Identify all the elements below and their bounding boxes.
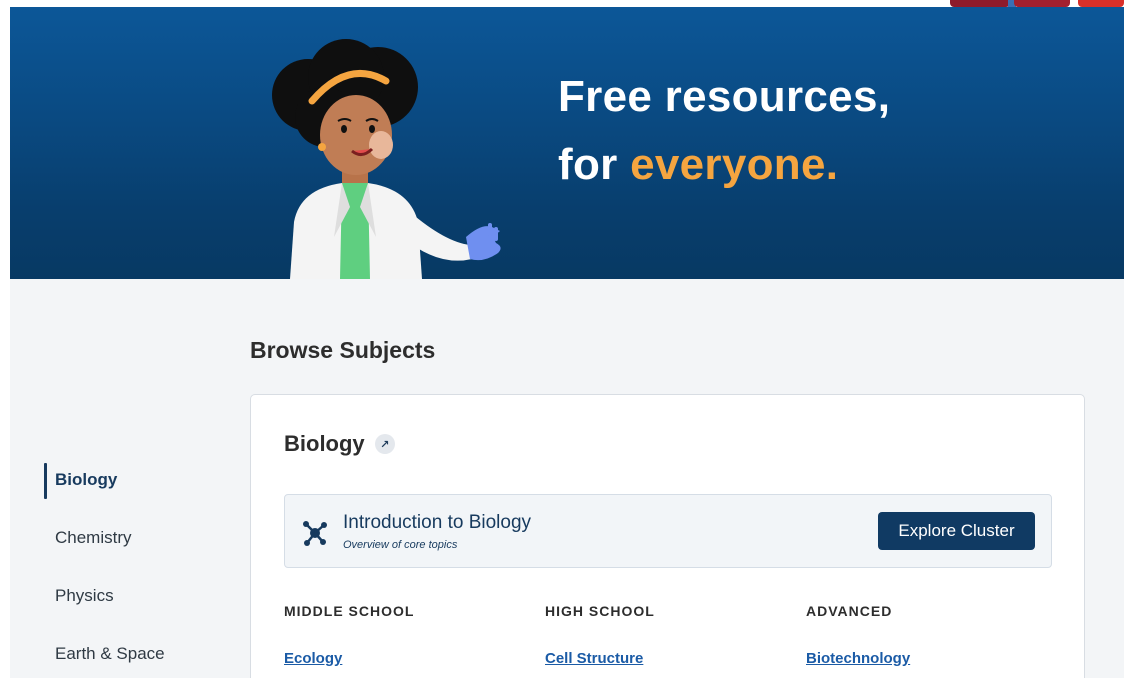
subject-title-text[interactable]: Biology (284, 431, 365, 457)
corner-tab (1078, 0, 1124, 7)
topic-link-biotechnology[interactable]: Biotechnology (806, 650, 910, 667)
corner-tab (950, 0, 1010, 7)
corner-tabs (944, 0, 1124, 7)
subject-card: Biology ↗ Introduction to Biology Overvi… (250, 394, 1085, 678)
level-high-school: HIGH SCHOOL (545, 603, 655, 619)
scientist-illustration (272, 39, 501, 279)
window-edge (0, 0, 10, 678)
subject-sidebar: Biology Chemistry Physics Earth & Space (44, 451, 224, 678)
molecule-icon (303, 521, 327, 546)
page: Free resources, for everyone. Browse Sub… (0, 0, 1124, 678)
topic-link-ecology[interactable]: Ecology (284, 650, 342, 667)
browse-section: Browse Subjects Biology Chemistry Physic… (10, 279, 1124, 678)
browse-subjects-heading: Browse Subjects (250, 337, 436, 363)
hero-title: Free resources, for everyone. (558, 63, 890, 199)
arrow-up-right-icon[interactable]: ↗ (374, 434, 395, 454)
level-advanced: ADVANCED (806, 603, 893, 619)
sidebar-item-chemistry[interactable]: Chemistry (44, 509, 224, 567)
explore-cluster-button[interactable]: Explore Cluster (878, 512, 1035, 550)
hero-title-accent: everyone. (630, 140, 839, 189)
cluster-title: Introduction to Biology (343, 512, 532, 533)
hero-banner: Free resources, for everyone. (10, 7, 1124, 279)
subject-card-title: Biology ↗ (284, 431, 395, 457)
hero-title-line2: for everyone. (558, 131, 890, 199)
hero-title-line1: Free resources, (558, 72, 891, 121)
cluster-subtitle: Overview of core topics (343, 539, 458, 551)
cluster-banner: Introduction to Biology Overview of core… (284, 494, 1052, 568)
hero-title-prefix: for (558, 140, 631, 189)
level-middle-school: MIDDLE SCHOOL (284, 603, 415, 619)
topic-link-cell-structure[interactable]: Cell Structure (545, 650, 643, 667)
corner-tab (1014, 0, 1070, 7)
sidebar-item-earth-space[interactable]: Earth & Space (44, 625, 224, 678)
sidebar-item-physics[interactable]: Physics (44, 567, 224, 625)
sidebar-item-biology[interactable]: Biology (44, 451, 224, 509)
